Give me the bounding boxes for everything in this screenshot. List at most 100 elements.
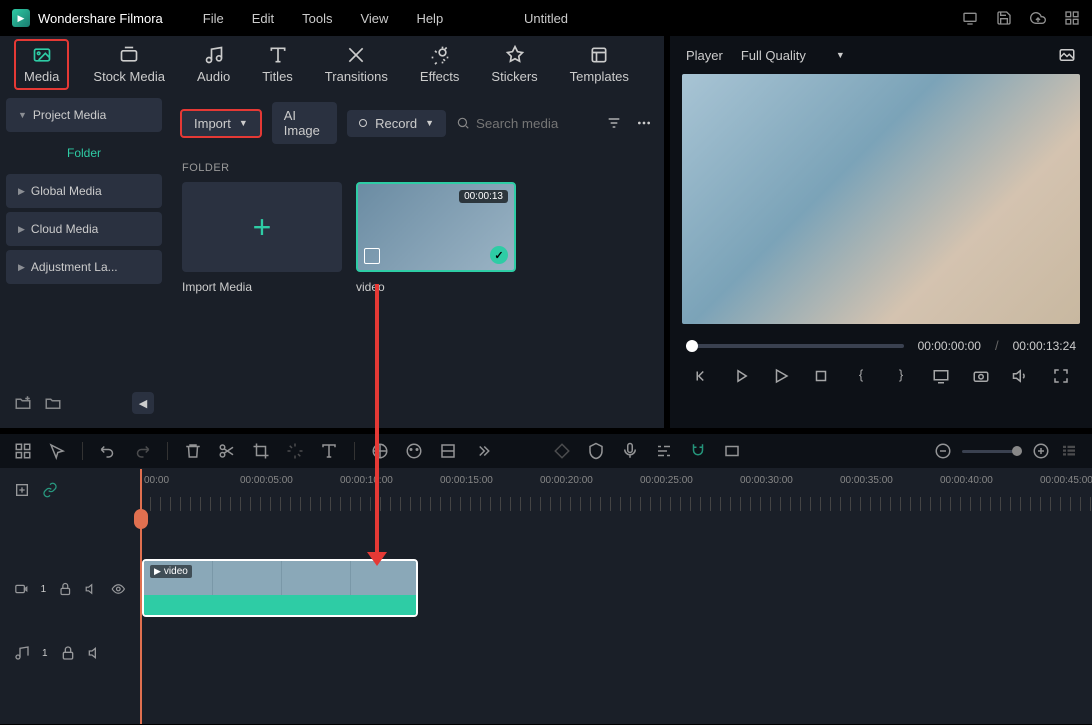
- zoom-slider[interactable]: [962, 450, 1022, 453]
- add-to-timeline-icon[interactable]: [364, 248, 380, 264]
- ruler-mark: 00:00:35:00: [840, 475, 893, 486]
- color-wheel-icon[interactable]: [371, 442, 389, 460]
- volume-icon[interactable]: [1012, 367, 1030, 385]
- tab-stock[interactable]: Stock Media: [85, 41, 173, 88]
- sidebar-folder-label: Folder: [67, 146, 101, 160]
- list-icon[interactable]: [1060, 442, 1078, 460]
- tab-transitions[interactable]: Transitions: [317, 41, 396, 88]
- zoom-in-icon[interactable]: [1032, 442, 1050, 460]
- undo-icon[interactable]: [99, 442, 117, 460]
- ruler-mark: 00:00: [144, 475, 169, 486]
- sidebar-global-label: Global Media: [31, 184, 102, 198]
- filter-icon[interactable]: [606, 115, 622, 131]
- text-icon[interactable]: [320, 442, 338, 460]
- add-track-icon[interactable]: [14, 482, 30, 498]
- tab-audio[interactable]: Audio: [189, 41, 238, 88]
- lock-icon[interactable]: [58, 581, 73, 597]
- sidebar-folder[interactable]: Folder: [6, 136, 162, 170]
- record-button[interactable]: Record ▼: [347, 110, 446, 137]
- keyframe-icon[interactable]: [553, 442, 571, 460]
- camera-icon[interactable]: [972, 367, 990, 385]
- prev-frame-icon[interactable]: [692, 367, 710, 385]
- sidebar-project-media[interactable]: ▼ Project Media: [6, 98, 162, 132]
- mixer-icon[interactable]: [655, 442, 673, 460]
- import-tile[interactable]: + Import Media: [182, 182, 342, 294]
- zoom-out-icon[interactable]: [934, 442, 952, 460]
- transitions-icon: [346, 45, 366, 65]
- ruler-mark: 00:00:45:00: [1040, 475, 1092, 486]
- delete-icon[interactable]: [184, 442, 202, 460]
- menu-tools[interactable]: Tools: [302, 11, 332, 26]
- snapshot-icon[interactable]: [1058, 46, 1076, 64]
- mark-out-icon[interactable]: }: [892, 367, 910, 385]
- tab-titles[interactable]: Titles: [254, 41, 301, 88]
- search-input[interactable]: [476, 116, 596, 131]
- crop-icon[interactable]: [252, 442, 270, 460]
- chevron-right-icon: ▶: [18, 224, 25, 235]
- import-tile-label: Import Media: [182, 280, 342, 294]
- scrub-bar[interactable]: [686, 344, 904, 348]
- player-label: Player: [686, 48, 723, 63]
- check-icon: ✓: [490, 246, 508, 264]
- timeline-clip[interactable]: ▶ video: [142, 559, 418, 617]
- display-icon[interactable]: [932, 367, 950, 385]
- mark-in-icon[interactable]: {: [852, 367, 870, 385]
- tab-media-label: Media: [24, 69, 59, 84]
- timeline-ruler[interactable]: 00:00 00:00:05:00 00:00:10:00 00:00:15:0…: [140, 469, 1092, 511]
- media-icon: [32, 45, 52, 65]
- quality-dropdown[interactable]: Full Quality ▼: [741, 48, 845, 63]
- grid-icon[interactable]: [14, 442, 32, 460]
- frame-icon[interactable]: [723, 442, 741, 460]
- tab-media[interactable]: Media: [14, 39, 69, 90]
- ai-image-button[interactable]: AI Image: [272, 102, 337, 144]
- project-title: Untitled: [524, 11, 568, 26]
- time-sep: /: [995, 338, 999, 353]
- tab-effects[interactable]: Effects: [412, 41, 468, 88]
- scrub-thumb[interactable]: [686, 340, 698, 352]
- lock-icon[interactable]: [60, 645, 76, 661]
- tab-templates[interactable]: Templates: [562, 41, 637, 88]
- folder-icon[interactable]: [44, 394, 62, 412]
- menu-view[interactable]: View: [360, 11, 388, 26]
- menu-edit[interactable]: Edit: [252, 11, 274, 26]
- mute-icon[interactable]: [85, 581, 100, 597]
- preview-canvas[interactable]: [682, 74, 1080, 324]
- screen-icon[interactable]: [962, 10, 978, 26]
- import-button[interactable]: Import ▼: [180, 109, 262, 138]
- more-icon[interactable]: [636, 115, 652, 131]
- speed-icon[interactable]: [286, 442, 304, 460]
- cloud-icon[interactable]: [1030, 10, 1046, 26]
- chevron-right-icon: ▶: [18, 262, 25, 273]
- link-icon[interactable]: [42, 482, 58, 498]
- collapse-sidebar-button[interactable]: ◀: [132, 392, 154, 414]
- mute-icon[interactable]: [88, 645, 104, 661]
- chevron-right-icon: ▶: [18, 186, 25, 197]
- stop-icon[interactable]: [812, 367, 830, 385]
- adjust-icon[interactable]: [439, 442, 457, 460]
- eye-icon[interactable]: [111, 581, 126, 597]
- magnet-icon[interactable]: [689, 442, 707, 460]
- cursor-icon[interactable]: [48, 442, 66, 460]
- save-icon[interactable]: [996, 10, 1012, 26]
- redo-icon[interactable]: [133, 442, 151, 460]
- palette-icon[interactable]: [405, 442, 423, 460]
- tab-stickers[interactable]: Stickers: [483, 41, 545, 88]
- sidebar-cloud-media[interactable]: ▶ Cloud Media: [6, 212, 162, 246]
- split-icon[interactable]: [218, 442, 236, 460]
- play-back-icon[interactable]: [732, 367, 750, 385]
- menu-help[interactable]: Help: [416, 11, 443, 26]
- apps-icon[interactable]: [1064, 10, 1080, 26]
- playhead[interactable]: [140, 469, 142, 724]
- menu-file[interactable]: File: [203, 11, 224, 26]
- tab-audio-label: Audio: [197, 69, 230, 84]
- more-tools-icon[interactable]: [473, 442, 491, 460]
- mic-icon[interactable]: [621, 442, 639, 460]
- fullscreen-icon[interactable]: [1052, 367, 1070, 385]
- sidebar-global-media[interactable]: ▶ Global Media: [6, 174, 162, 208]
- tab-effects-label: Effects: [420, 69, 460, 84]
- sidebar-adjustment[interactable]: ▶ Adjustment La...: [6, 250, 162, 284]
- play-icon[interactable]: [772, 367, 790, 385]
- new-folder-icon[interactable]: [14, 394, 32, 412]
- video-tile[interactable]: 00:00:13 ✓ video: [356, 182, 516, 294]
- marker-icon[interactable]: [587, 442, 605, 460]
